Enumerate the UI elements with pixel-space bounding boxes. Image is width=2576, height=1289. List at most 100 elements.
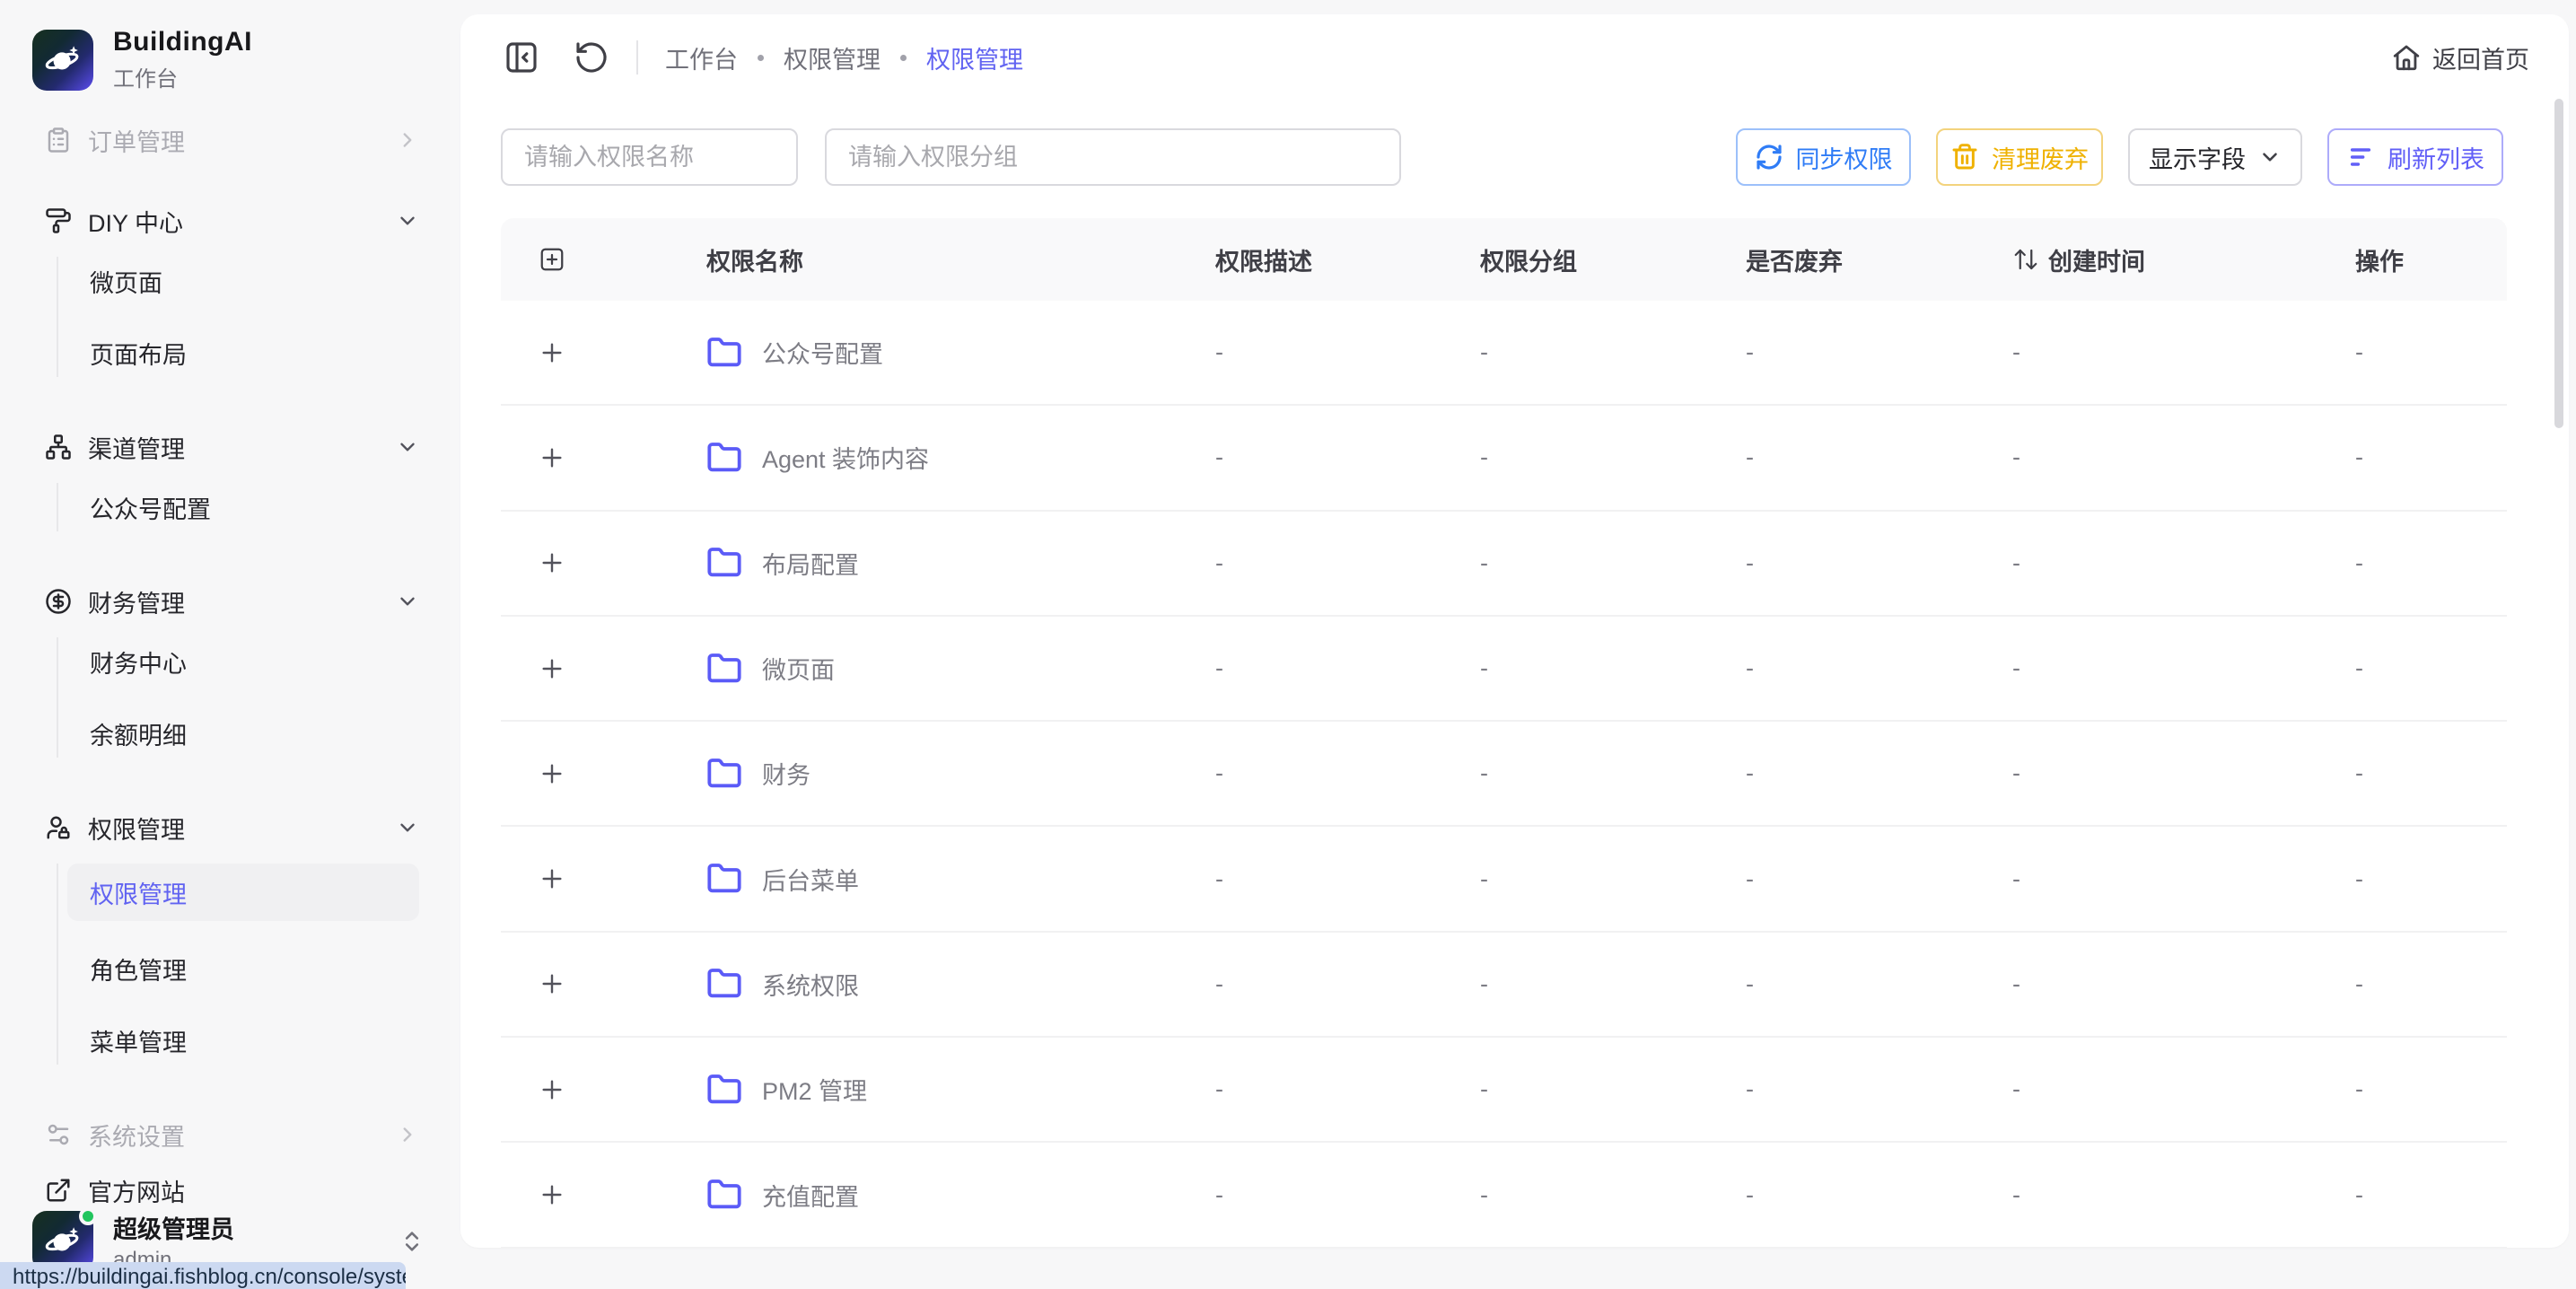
action-cell: - — [2355, 338, 2507, 366]
expand-row-icon[interactable] — [538, 1075, 566, 1104]
expand-row-icon[interactable] — [538, 548, 566, 577]
app-root: BuildingAI 工作台 订单管理DIY 中心微页面页面布局渠道管理公众号配… — [0, 0, 2576, 1289]
paint-roller-icon — [45, 207, 72, 234]
user-lock-icon — [45, 814, 72, 841]
sidebar-item-balance-detail[interactable]: 余额明细 — [58, 709, 419, 758]
desc-cell: - — [1215, 443, 1480, 471]
created-cell: - — [2012, 865, 2355, 893]
clipboard-list-icon — [45, 127, 72, 153]
expand-row-icon[interactable] — [538, 338, 566, 367]
folder-icon — [706, 1177, 742, 1213]
expand-all-icon[interactable] — [539, 246, 565, 273]
action-cell: - — [2355, 1075, 2507, 1103]
refresh-page-icon[interactable] — [574, 39, 609, 75]
back-home-button[interactable]: 返回首页 — [2391, 40, 2529, 75]
group-cell: - — [1480, 759, 1746, 787]
breadcrumb-current: 权限管理 — [926, 40, 1023, 75]
sidebar-item-label: DIY 中心 — [88, 204, 183, 239]
permission-name-label: PM2 管理 — [762, 1072, 867, 1107]
permission-name-label: 后台菜单 — [762, 862, 859, 897]
group-cell: - — [1480, 443, 1746, 471]
permission-name-cell: 公众号配置 — [603, 335, 1215, 371]
network-icon — [45, 434, 72, 460]
desc-cell: - — [1215, 549, 1480, 577]
trash-icon — [1950, 143, 1979, 171]
circle-dollar-icon — [45, 588, 72, 615]
user-name: 超级管理员 — [113, 1210, 234, 1245]
sidebar-item-label: 渠道管理 — [88, 430, 185, 465]
desc-cell: - — [1215, 970, 1480, 998]
action-cell: - — [2355, 865, 2507, 893]
expand-row-icon[interactable] — [538, 1180, 566, 1209]
table-row: 公众号配置----- — [501, 301, 2507, 406]
folder-icon — [706, 1072, 742, 1108]
sync-permissions-label: 同步权限 — [1796, 140, 1893, 175]
expand-row-icon[interactable] — [538, 443, 566, 472]
action-cell: - — [2355, 1181, 2507, 1209]
permission-name-cell: 充值配置 — [603, 1177, 1215, 1213]
permission-name-cell: 布局配置 — [603, 545, 1215, 581]
group-cell: - — [1480, 654, 1746, 682]
sidebar-item-menu-manage[interactable]: 菜单管理 — [58, 1016, 419, 1065]
sidebar-item-system-settings[interactable]: 系统设置 — [45, 1110, 419, 1159]
sidebar-item-page-layout[interactable]: 页面布局 — [58, 329, 419, 377]
desc-cell: - — [1215, 1181, 1480, 1209]
toolbar: 同步权限 清理废弃 显示字段 — [460, 128, 2569, 186]
refresh-list-button[interactable]: 刷新列表 — [2327, 128, 2503, 186]
sidebar-item-micro-page[interactable]: 微页面 — [58, 257, 419, 305]
created-cell: - — [2012, 1075, 2355, 1103]
sidebar-item-role-manage[interactable]: 角色管理 — [58, 944, 419, 993]
sidebar-item-wechat-config[interactable]: 公众号配置 — [58, 483, 419, 531]
permission-name-label: 财务 — [762, 756, 810, 791]
folder-icon — [706, 861, 742, 897]
deprecated-cell: - — [1746, 1181, 2012, 1209]
folder-icon — [706, 756, 742, 792]
deprecated-cell: - — [1746, 1075, 2012, 1103]
sidebar-block-channels: 渠道管理公众号配置 — [45, 423, 419, 545]
header-permission-desc: 权限描述 — [1215, 242, 1480, 277]
topbar: 工作台 权限管理 权限管理 返回首页 — [460, 14, 2569, 101]
action-cell: - — [2355, 443, 2507, 471]
permission-name-cell: 后台菜单 — [603, 861, 1215, 897]
breadcrumb-permissions[interactable]: 权限管理 — [784, 40, 881, 75]
sidebar-item-permission-manage[interactable]: 权限管理 — [67, 864, 419, 921]
permission-group-input[interactable] — [825, 128, 1401, 186]
breadcrumb-workbench[interactable]: 工作台 — [665, 40, 738, 75]
sidebar-item-orders[interactable]: 订单管理 — [45, 116, 419, 164]
clean-deprecated-button[interactable]: 清理废弃 — [1936, 128, 2103, 186]
sidebar-sublist-diy-center: 微页面页面布局 — [57, 257, 419, 377]
permissions-table: 权限名称 权限描述 权限分组 是否废弃 创建时间 操作 公众号配置-----Ag… — [501, 218, 2507, 1248]
page-scrollbar[interactable] — [2554, 99, 2563, 428]
expand-row-icon[interactable] — [538, 654, 566, 683]
expand-row-icon[interactable] — [538, 969, 566, 998]
permission-name-cell: 微页面 — [603, 651, 1215, 687]
collapse-sidebar-icon[interactable] — [504, 39, 539, 75]
display-fields-button[interactable]: 显示字段 — [2128, 128, 2302, 186]
online-status-dot — [79, 1207, 97, 1225]
sidebar-item-permissions[interactable]: 权限管理 — [45, 803, 419, 852]
header-permission-group: 权限分组 — [1480, 242, 1746, 277]
sort-arrows-icon — [2012, 246, 2039, 273]
content-card: 工作台 权限管理 权限管理 返回首页 — [460, 14, 2569, 1248]
sync-permissions-button[interactable]: 同步权限 — [1736, 128, 1911, 186]
expand-row-icon[interactable] — [538, 759, 566, 788]
sidebar-item-channels[interactable]: 渠道管理 — [45, 423, 419, 471]
created-cell: - — [2012, 654, 2355, 682]
sidebar-item-official-site[interactable]: 官方网站 — [45, 1166, 419, 1210]
sidebar-item-diy-center[interactable]: DIY 中心 — [45, 197, 419, 245]
table-body: 公众号配置-----Agent 装饰内容-----布局配置-----微页面---… — [501, 301, 2507, 1248]
permission-name-label: 微页面 — [762, 651, 835, 686]
sidebar-item-finance-center[interactable]: 财务中心 — [58, 637, 419, 686]
created-cell: - — [2012, 338, 2355, 366]
sidebar-block-official-site: 官方网站 — [45, 1166, 419, 1210]
deprecated-cell: - — [1746, 443, 2012, 471]
header-created-time[interactable]: 创建时间 — [2012, 242, 2355, 277]
permission-name-input[interactable] — [501, 128, 798, 186]
breadcrumb-separator — [900, 55, 907, 61]
sidebar-block-finance: 财务管理财务中心余额明细 — [45, 577, 419, 771]
sidebar-sublist-channels: 公众号配置 — [57, 483, 419, 531]
sync-icon — [1755, 143, 1783, 171]
sidebar-item-finance[interactable]: 财务管理 — [45, 577, 419, 626]
expand-row-icon[interactable] — [538, 864, 566, 893]
deprecated-cell: - — [1746, 865, 2012, 893]
